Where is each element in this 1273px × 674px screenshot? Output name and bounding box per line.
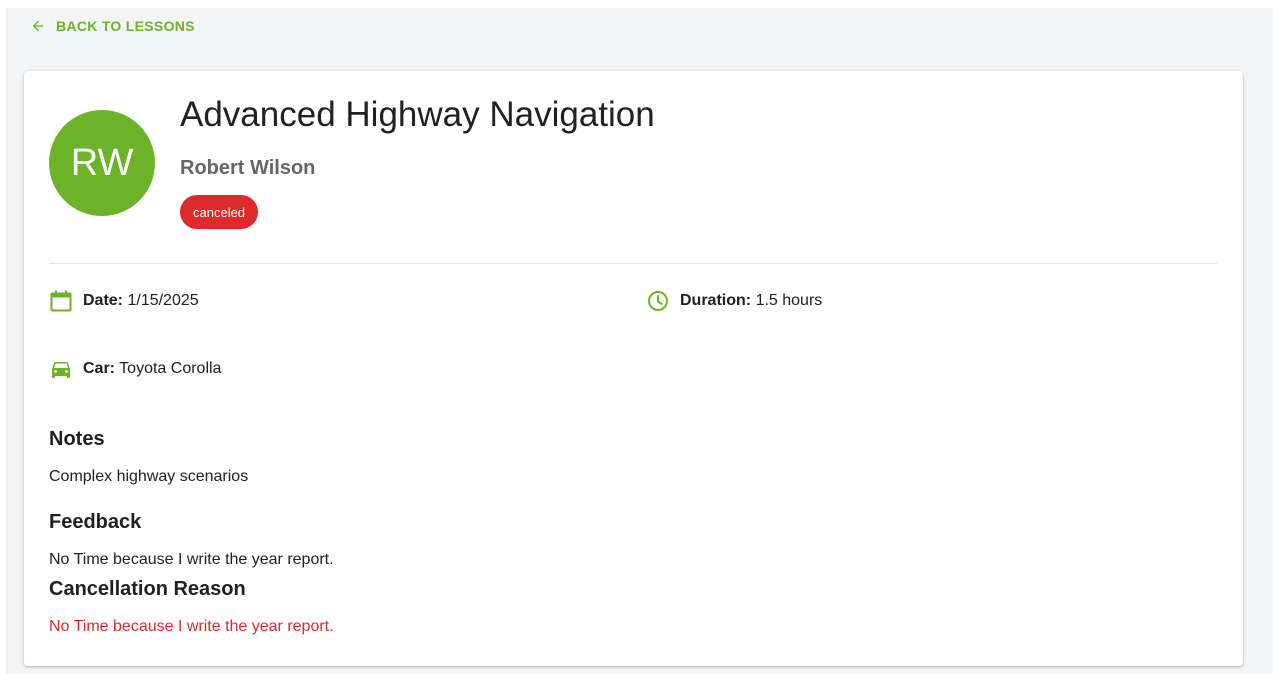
lesson-title: Advanced Highway Navigation — [180, 95, 655, 134]
cancellation-reason-heading: Cancellation Reason — [49, 578, 246, 600]
feedback-heading: Feedback — [49, 511, 142, 533]
lesson-detail-card: RW Advanced Highway Navigation Robert Wi… — [24, 71, 1243, 666]
car-info: Car: Toyota Corolla — [49, 357, 221, 381]
divider — [49, 263, 1217, 264]
calendar-icon — [49, 289, 73, 313]
back-to-lessons-label: BACK TO LESSONS — [56, 18, 195, 34]
notes-heading: Notes — [49, 428, 105, 450]
arrow-left-icon — [30, 18, 46, 34]
back-to-lessons-link[interactable]: BACK TO LESSONS — [30, 18, 195, 34]
duration-value: 1.5 hours — [755, 292, 823, 309]
date-info: Date: 1/15/2025 — [49, 289, 199, 313]
notes-text: Complex highway scenarios — [49, 468, 249, 485]
clock-icon — [646, 289, 670, 313]
avatar: RW — [49, 110, 155, 216]
car-value: Toyota Corolla — [119, 360, 222, 377]
car-icon — [49, 357, 73, 381]
date-value: 1/15/2025 — [127, 292, 199, 309]
page-background: BACK TO LESSONS RW Advanced Highway Navi… — [6, 8, 1273, 674]
date-label: Date: — [83, 292, 124, 309]
duration-info: Duration: 1.5 hours — [646, 289, 822, 313]
car-label: Car: — [83, 360, 116, 377]
instructor-name: Robert Wilson — [180, 157, 316, 179]
duration-label: Duration: — [680, 292, 752, 309]
feedback-text: No Time because I write the year report. — [49, 551, 334, 568]
cancellation-reason-text: No Time because I write the year report. — [49, 618, 334, 635]
status-badge: canceled — [180, 195, 259, 229]
